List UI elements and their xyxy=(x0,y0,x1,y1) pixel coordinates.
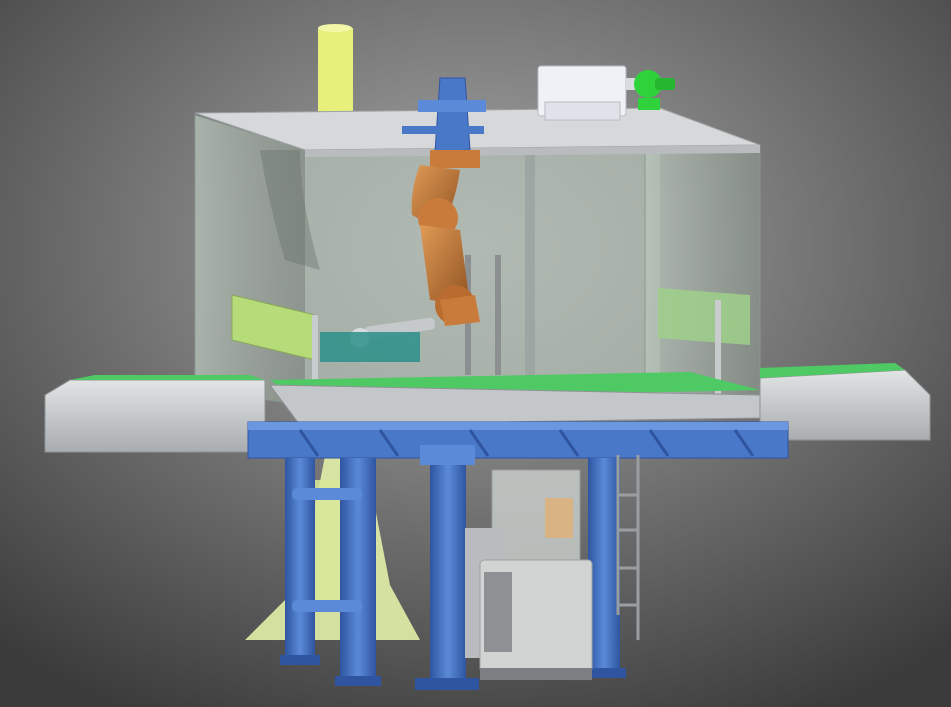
roof-blower-unit xyxy=(537,65,638,121)
workpiece-fixture xyxy=(320,332,420,362)
render-scene xyxy=(0,0,951,707)
chimney xyxy=(318,24,353,113)
main-frame-beam xyxy=(247,421,789,459)
robot-cell-illustration xyxy=(0,0,951,707)
